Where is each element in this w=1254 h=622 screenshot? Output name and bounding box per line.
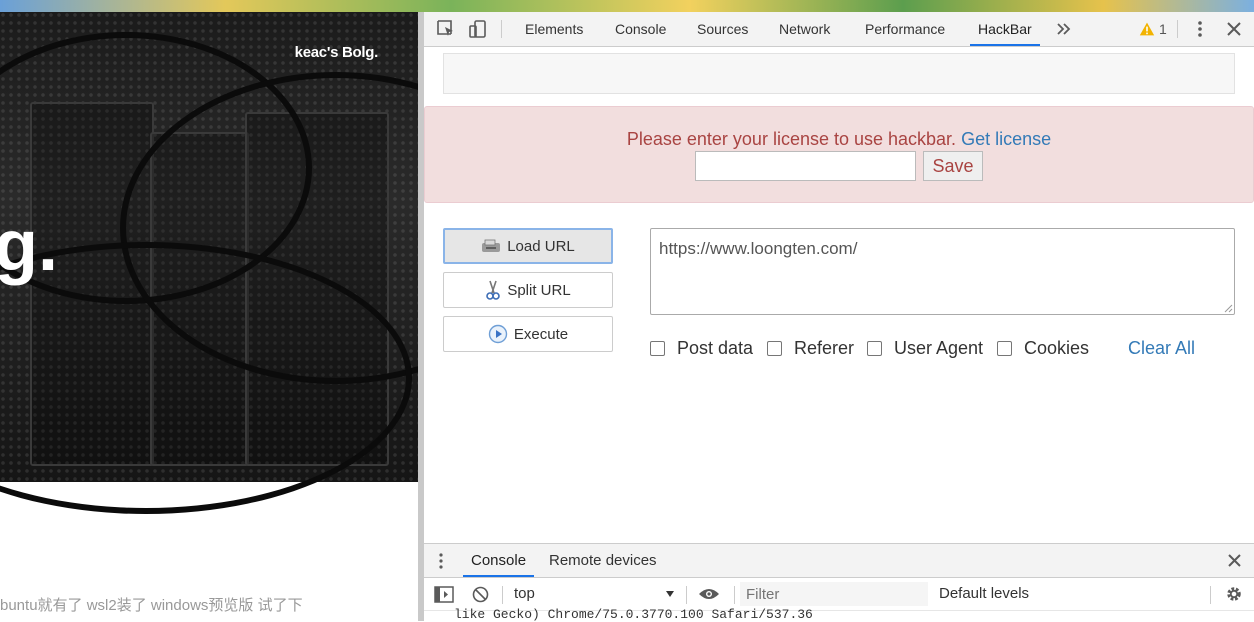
toolbar-separator	[1177, 20, 1178, 38]
license-message: Please enter your license to use hackbar…	[425, 129, 1253, 150]
warning-count[interactable]: 1	[1159, 12, 1167, 46]
log-levels-label: Default levels	[939, 585, 1030, 602]
hackbar-menu-bar	[443, 53, 1235, 94]
tab-elements[interactable]: Elements	[525, 12, 583, 46]
toolbar-separator	[734, 586, 735, 604]
console-filter-input[interactable]	[740, 582, 928, 606]
load-url-button[interactable]: Load URL	[443, 228, 613, 264]
referer-label: Referer	[794, 338, 855, 358]
tab-hackbar[interactable]: HackBar	[970, 12, 1040, 46]
inspect-element-icon[interactable]	[436, 19, 456, 39]
eye-icon[interactable]	[698, 587, 720, 601]
toolbar-separator	[1210, 586, 1211, 604]
get-license-link[interactable]: Get license	[961, 129, 1051, 149]
close-icon[interactable]	[1224, 19, 1244, 39]
tab-console[interactable]: Console	[615, 12, 666, 46]
more-options-icon[interactable]	[1190, 19, 1210, 39]
save-button[interactable]: Save	[923, 151, 983, 181]
devtools-panel: Elements Console Sources Network Perform…	[424, 12, 1254, 622]
play-icon	[488, 324, 508, 344]
scissors-icon	[486, 280, 501, 300]
console-drawer: Console Remote devices top Filter Defaul…	[424, 543, 1254, 622]
tab-network[interactable]: Network	[779, 12, 830, 46]
execute-button[interactable]: Execute	[443, 316, 613, 352]
console-log-line: like Gecko) Chrome/75.0.3770.100 Safari/…	[454, 607, 813, 622]
gear-icon[interactable]	[1225, 585, 1243, 603]
clear-console-icon[interactable]	[472, 586, 489, 603]
split-url-label: Split URL	[507, 281, 571, 299]
log-levels-select[interactable]: Default levels	[939, 585, 1029, 602]
post-data-checkbox[interactable]	[650, 341, 665, 356]
tab-performance[interactable]: Performance	[865, 12, 945, 46]
blog-title[interactable]: keac's Bolg.	[295, 44, 379, 61]
drawer-tab-remote-devices[interactable]: Remote devices	[549, 544, 657, 577]
license-alert: Please enter your license to use hackbar…	[424, 106, 1254, 203]
chevrons-right-icon[interactable]	[1054, 19, 1074, 39]
cookies-checkbox[interactable]	[997, 341, 1012, 356]
toolbar-separator	[501, 20, 502, 38]
chevron-down-icon[interactable]	[665, 590, 675, 598]
toolbar-separator	[502, 586, 503, 604]
referer-option[interactable]: Referer	[767, 338, 854, 359]
license-input[interactable]	[695, 151, 916, 181]
sidebar-toggle-icon[interactable]	[434, 586, 454, 603]
load-icon	[482, 239, 501, 252]
device-toolbar-icon[interactable]	[468, 19, 488, 39]
license-text: Please enter your license to use hackbar…	[626, 129, 957, 149]
user-agent-checkbox[interactable]	[867, 341, 882, 356]
tab-sources[interactable]: Sources	[697, 12, 748, 46]
drawer-tab-bar: Console Remote devices	[424, 544, 1254, 578]
hero-heading: g.	[0, 206, 58, 286]
execute-label: Execute	[513, 325, 569, 343]
hero-image: keac's Bolg. g.	[0, 12, 418, 514]
close-drawer-icon[interactable]	[1227, 553, 1242, 568]
url-textarea[interactable]: https://www.loongten.com/	[650, 228, 1235, 315]
resize-handle-icon[interactable]	[1223, 303, 1233, 313]
cookies-option[interactable]: Cookies	[997, 338, 1089, 359]
post-excerpt: buntu就有了 wsl2装了 windows预览版 试了下	[0, 597, 303, 614]
devtools-tab-bar: Elements Console Sources Network Perform…	[424, 12, 1254, 47]
user-agent-label: User Agent	[894, 338, 984, 358]
post-data-label: Post data	[677, 338, 754, 358]
user-agent-option[interactable]: User Agent	[867, 338, 983, 359]
clear-all-link[interactable]: Clear All	[1128, 338, 1195, 359]
split-url-button[interactable]: Split URL	[443, 272, 613, 308]
load-url-label: Load URL	[507, 237, 575, 255]
drawer-tab-console[interactable]: Console	[462, 544, 535, 577]
background-strip	[0, 0, 1254, 12]
toolbar-separator	[686, 586, 687, 604]
warning-icon[interactable]	[1139, 19, 1155, 39]
cookies-label: Cookies	[1024, 338, 1090, 358]
referer-checkbox[interactable]	[767, 341, 782, 356]
post-data-option[interactable]: Post data	[650, 338, 753, 359]
webpage-panel: keac's Bolg. g. buntu就有了 wsl2装了 windows预…	[0, 0, 418, 621]
context-select[interactable]: top	[514, 585, 535, 602]
drawer-menu-icon[interactable]	[438, 552, 444, 570]
